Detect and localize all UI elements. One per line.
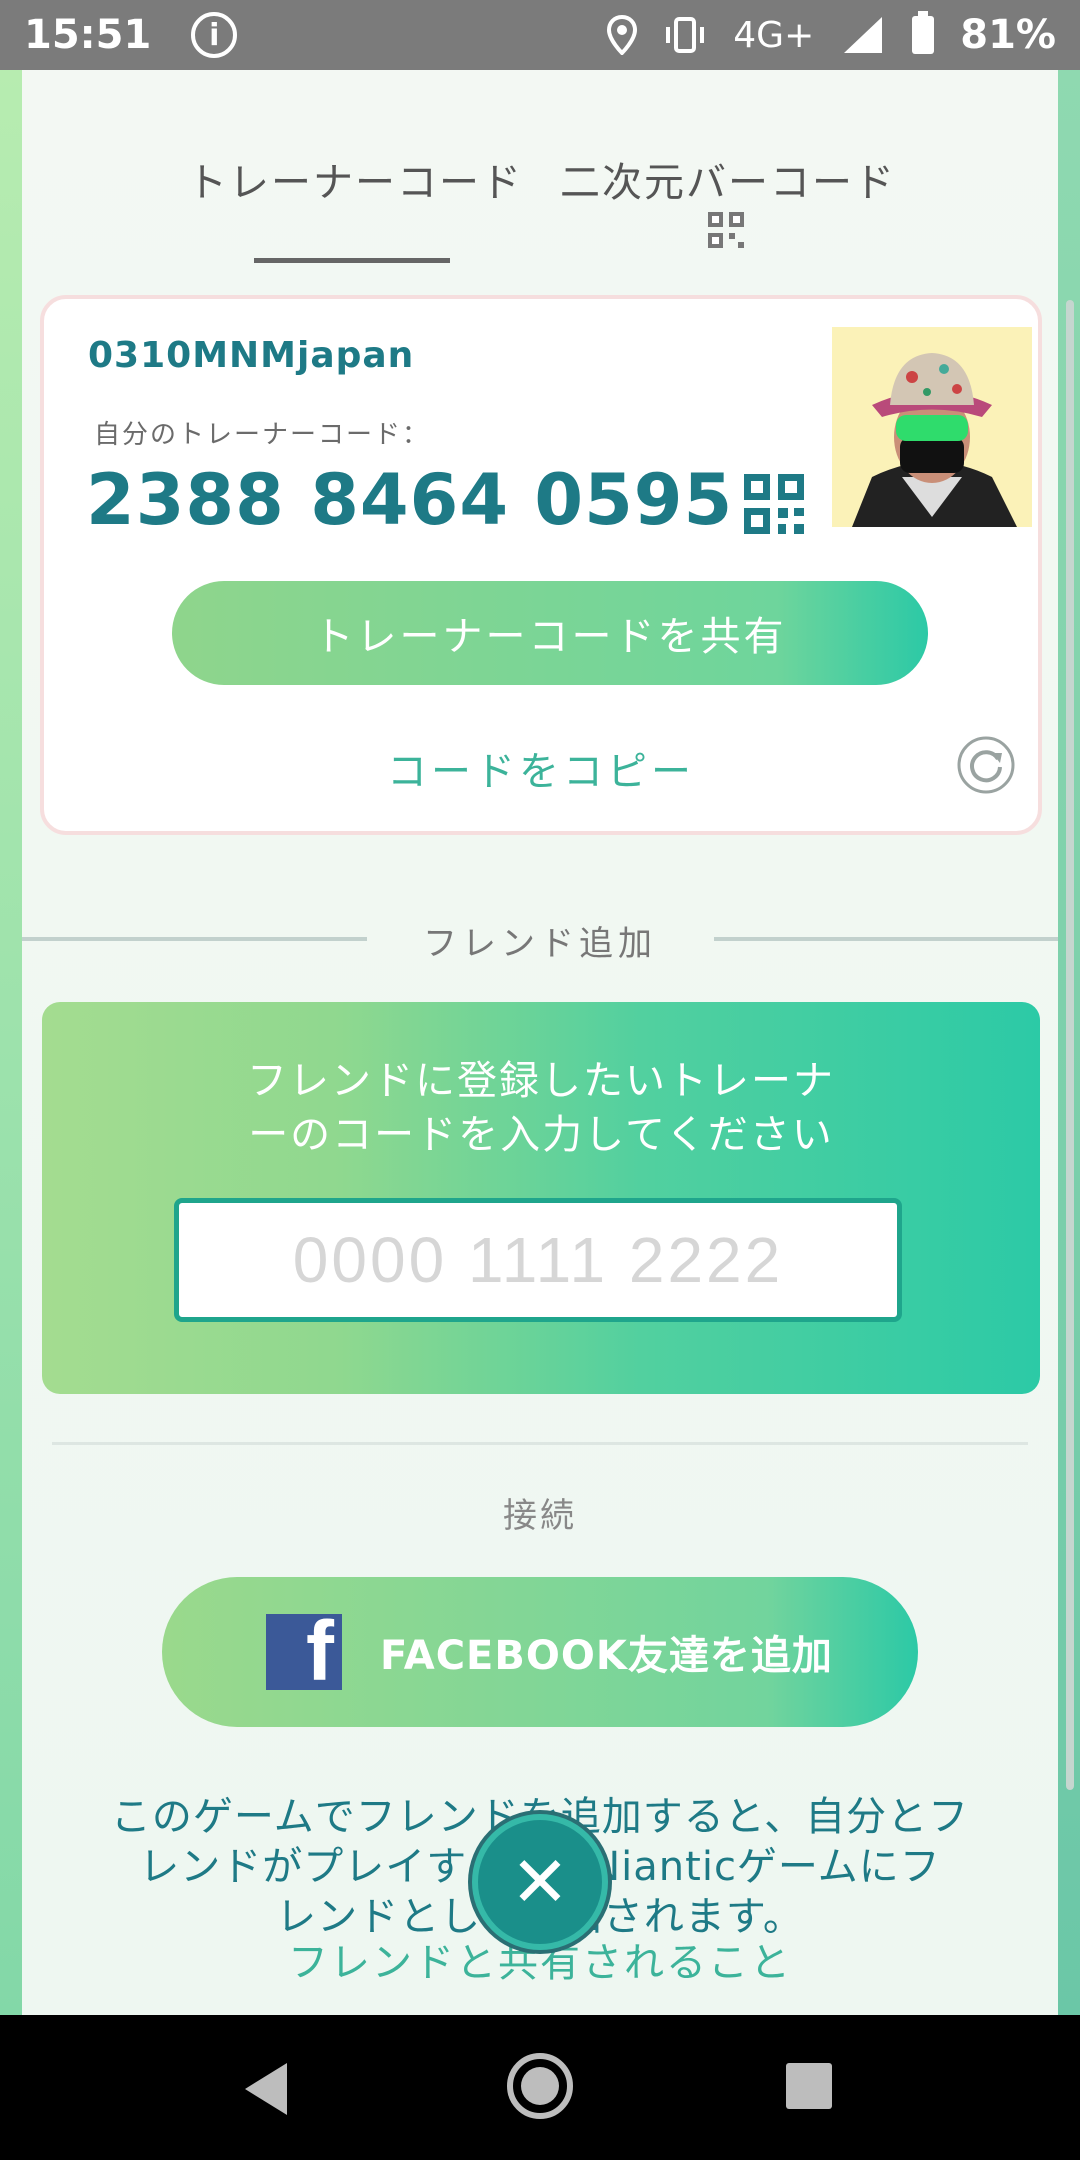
facebook-button-label: FACEBOOK友達を追加 <box>380 1633 833 1679</box>
share-trainer-code-button[interactable]: トレーナーコードを共有 <box>172 581 928 685</box>
friend-code-input[interactable] <box>174 1198 902 1322</box>
qr-code-icon[interactable] <box>744 474 804 534</box>
network-type: 4G+ <box>733 14 815 56</box>
add-friend-panel: フレンドに登録したいトレーナ ーのコードを入力してください <box>42 1002 1040 1394</box>
location-icon <box>607 15 638 55</box>
back-icon[interactable] <box>245 2063 287 2115</box>
friend-screen: トレーナーコード 二次元バーコード 0310MNMjapan 自分のトレーナーコ… <box>22 70 1058 2015</box>
add-facebook-friends-button[interactable]: f FACEBOOK友達を追加 <box>162 1577 918 1727</box>
copy-code-link[interactable]: コードをコピー <box>44 739 1038 797</box>
facebook-icon: f <box>266 1604 342 1698</box>
divider-line <box>714 937 1058 941</box>
qr-code-icon[interactable] <box>708 212 744 248</box>
scrollbar[interactable] <box>1066 300 1074 1790</box>
vibrate-icon <box>666 17 705 53</box>
avatar <box>832 327 1032 527</box>
active-tab-indicator <box>254 258 450 263</box>
divider <box>52 1442 1028 1445</box>
close-icon: ✕ <box>510 1841 570 1923</box>
side-frame-right <box>1058 70 1080 2015</box>
clock: 15:51 <box>24 12 152 58</box>
connect-label: 接続 <box>503 1496 577 1536</box>
tab-trainer-code[interactable]: トレーナーコード <box>187 150 523 208</box>
instruction-line-2: ーのコードを入力してください <box>248 1112 834 1158</box>
recent-apps-icon[interactable] <box>786 2063 832 2109</box>
home-icon[interactable] <box>507 2053 573 2119</box>
side-frame-left <box>0 70 22 2015</box>
trainer-code-label: 自分のトレーナーコード： <box>94 420 431 450</box>
battery-percent: 81% <box>960 12 1056 58</box>
close-button[interactable]: ✕ <box>472 1814 608 1950</box>
instruction-line-1: フレンドに登録したいトレーナ <box>247 1058 835 1104</box>
system-nav-bar <box>0 2015 1080 2160</box>
trainer-code-value: 2388 8464 0595 <box>86 459 734 541</box>
add-friend-divider: フレンド追加 <box>22 910 1058 970</box>
trainer-name: 0310MNMjapan <box>88 335 415 376</box>
signal-icon <box>844 17 883 53</box>
add-friend-instruction: フレンドに登録したいトレーナ ーのコードを入力してください <box>42 1054 1040 1162</box>
tab-qr-code[interactable]: 二次元バーコード <box>560 150 896 208</box>
refresh-icon[interactable] <box>956 735 1016 795</box>
status-bar: 15:51 i 4G+ 81% <box>0 0 1080 70</box>
tab-bar: トレーナーコード 二次元バーコード <box>22 110 1058 270</box>
trainer-avatar-image <box>832 327 1032 527</box>
info-icon: i <box>191 12 238 58</box>
battery-icon <box>912 11 935 54</box>
trainer-card: 0310MNMjapan 自分のトレーナーコード： 2388 8464 0595 <box>40 295 1042 835</box>
status-icons: 4G+ 81% <box>607 11 1056 58</box>
